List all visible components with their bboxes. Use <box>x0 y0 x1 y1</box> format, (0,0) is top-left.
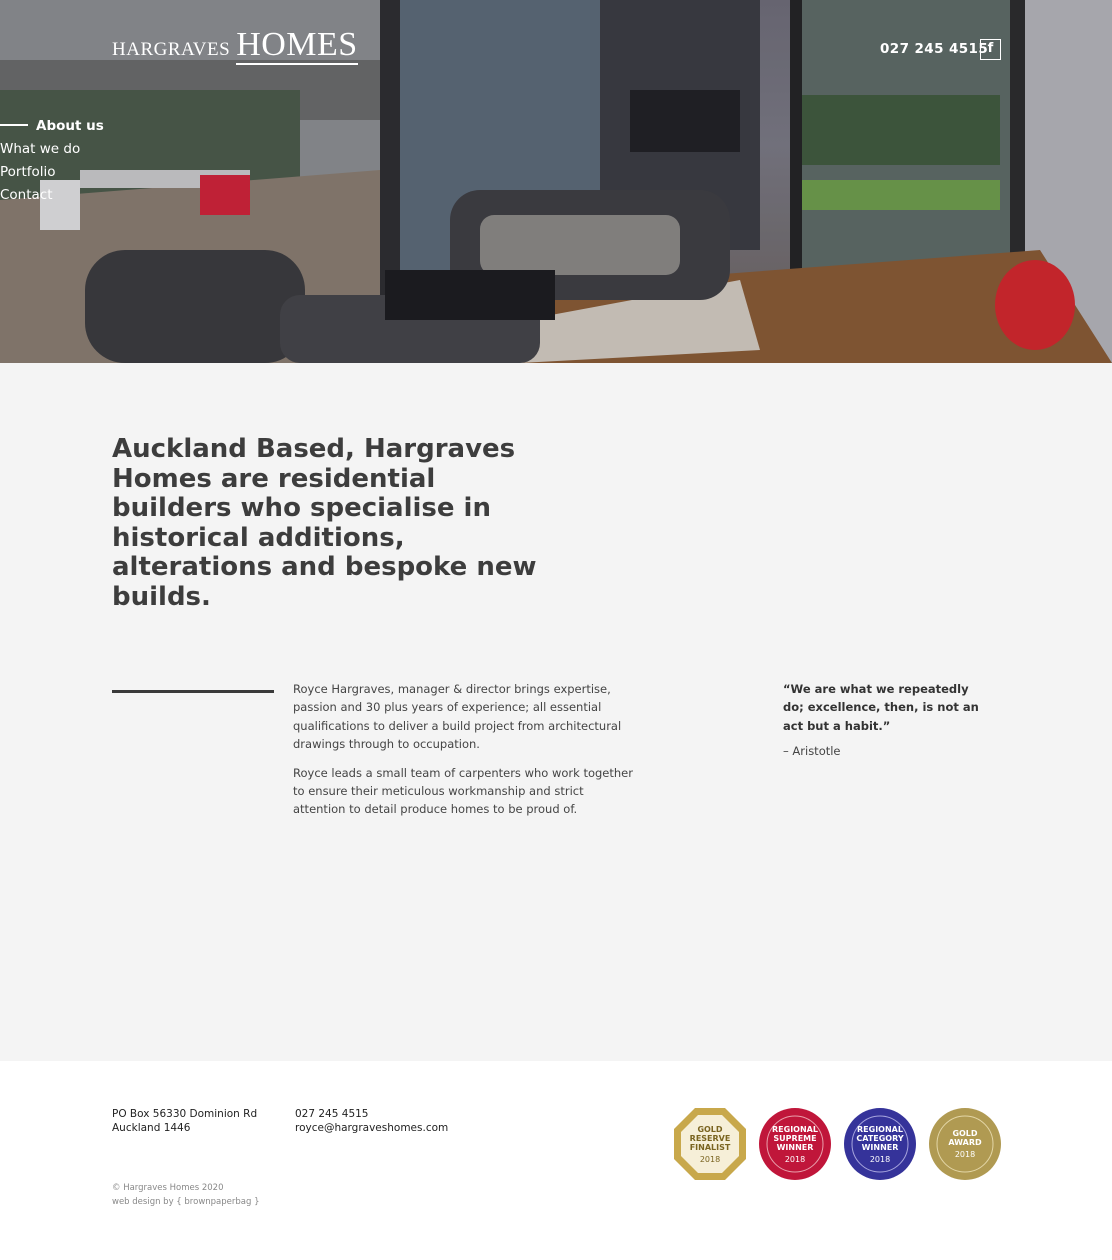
about-paragraph: Royce Hargraves, manager & director brin… <box>293 682 622 752</box>
footer-email-link[interactable]: royce@hargraveshomes.com <box>295 1122 448 1136</box>
quote-text: “We are what we repeatedly do; excellenc… <box>783 682 979 733</box>
badge-year: 2018 <box>699 1154 721 1164</box>
address-line: PO Box 56330 Dominion Rd <box>112 1108 258 1120</box>
nav-item-label: About us <box>36 118 104 134</box>
logo-text-large: HOMES <box>236 26 358 65</box>
badge-line: SUPREME <box>773 1133 817 1143</box>
badge-line: GOLD <box>697 1124 723 1134</box>
about-text: Royce Hargraves, manager & director brin… <box>293 680 633 819</box>
about-paragraph: Royce leads a small team of carpenters w… <box>293 765 633 817</box>
nav-item-contact[interactable]: Contact <box>0 185 104 208</box>
badge-label: REGIONAL CATEGORY WINNER 2018 <box>843 1107 917 1181</box>
site-logo[interactable]: HARGRAVES HOMES <box>112 28 358 65</box>
site-footer: PO Box 56330 Dominion Rd Auckland 1446 0… <box>0 1061 1112 1260</box>
badge-label: GOLD RESERVE FINALIST 2018 <box>673 1107 747 1181</box>
badge-year: 2018 <box>784 1154 806 1164</box>
badge-year: 2018 <box>869 1154 891 1164</box>
logo-text-small: HARGRAVES <box>112 39 231 60</box>
award-badge-gold-award: GOLD AWARD 2018 <box>928 1107 1002 1181</box>
badge-year: 2018 <box>954 1150 976 1159</box>
footer-address: PO Box 56330 Dominion Rd Auckland 1446 <box>112 1108 257 1135</box>
badge-label: REGIONAL SUPREME WINNER 2018 <box>758 1107 832 1181</box>
hero-banner: HARGRAVES HOMES 027 245 4515 f About us W… <box>0 0 1112 363</box>
badge-line: AWARD <box>948 1138 982 1147</box>
award-badge-regional-category: REGIONAL CATEGORY WINNER 2018 <box>843 1107 917 1181</box>
badge-line: CATEGORY <box>856 1133 904 1143</box>
main-content: Auckland Based, Hargraves Homes are resi… <box>0 363 1112 1061</box>
copyright-text: © Hargraves Homes 2020 <box>112 1183 224 1193</box>
nav-item-label: Portfolio <box>0 164 56 180</box>
designer-credit-link[interactable]: web design by { brownpaperbag } <box>112 1196 260 1210</box>
award-badge-regional-supreme: REGIONAL SUPREME WINNER 2018 <box>758 1107 832 1181</box>
badge-line: FINALIST <box>689 1142 731 1152</box>
section-divider <box>112 690 274 693</box>
footer-contact: 027 245 4515 royce@hargraveshomes.com <box>295 1108 448 1135</box>
active-indicator <box>0 124 28 126</box>
badge-line: REGIONAL <box>772 1124 818 1134</box>
footer-copyright: © Hargraves Homes 2020 web design by { b… <box>112 1182 260 1209</box>
badge-line: WINNER <box>776 1142 814 1152</box>
page-headline: Auckland Based, Hargraves Homes are resi… <box>112 434 537 612</box>
badge-line: WINNER <box>861 1142 899 1152</box>
nav-item-portfolio[interactable]: Portfolio <box>0 162 104 185</box>
badge-label: GOLD AWARD 2018 <box>928 1107 1002 1181</box>
quote-author: – Aristotle <box>783 744 841 758</box>
header-phone-link[interactable]: 027 245 4515 <box>880 41 988 57</box>
badge-line: RESERVE <box>689 1133 731 1143</box>
nav-item-label: What we do <box>0 141 81 157</box>
badge-line: GOLD <box>952 1129 978 1138</box>
address-line: Auckland 1446 <box>112 1121 191 1134</box>
nav-item-about-us[interactable]: About us <box>0 116 104 139</box>
nav-item-what-we-do[interactable]: What we do <box>0 139 104 162</box>
badge-line: REGIONAL <box>857 1124 903 1134</box>
footer-phone-link[interactable]: 027 245 4515 <box>295 1108 448 1122</box>
facebook-icon[interactable]: f <box>980 39 1001 60</box>
main-nav: About us What we do Portfolio Contact <box>0 116 104 208</box>
nav-item-label: Contact <box>0 187 53 203</box>
award-badge-gold-reserve: GOLD RESERVE FINALIST 2018 <box>673 1107 747 1181</box>
